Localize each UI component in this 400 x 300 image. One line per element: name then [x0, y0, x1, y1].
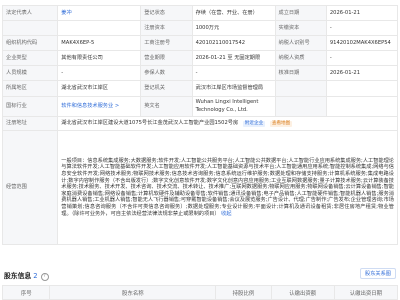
field-value: 湖北省武汉市江岸区 [57, 80, 142, 97]
field-label: 法定代表人 [1, 5, 59, 21]
info-row: 注册资本 1000万元 实缴资本 - [1, 20, 399, 36]
field-label: 参保人数 [140, 65, 193, 81]
field-value [325, 96, 399, 117]
section-title: 股东信息 2? [4, 270, 49, 281]
info-row: 人员规模 - 参保人数 - 核准日期 2026-01-21 [1, 65, 399, 81]
field-value: 2026-01-21 至 无固定期限 [191, 50, 276, 66]
field-label: 经营范围 [1, 130, 59, 245]
field-label: 登记状态 [140, 5, 193, 21]
field-value: 2026-01-21 [325, 5, 399, 21]
business-scope-text: 一般项目：信息系统集成服务;大数据服务;软件开发;人工智能公共服务平台;人工智能… [61, 157, 394, 217]
column-header-shareholder: 股东名称 [49, 285, 217, 300]
field-label: 成立日期 [274, 5, 327, 21]
collapse-link[interactable]: 收起 [221, 211, 231, 217]
address-value: 湖北省武汉市江岸区建设大道1075号长江金茂武汉人工智能产业园1502号房 附近… [57, 116, 398, 131]
field-value: 91420102MAK4X6EP54 [325, 35, 399, 51]
field-value: - [57, 65, 142, 81]
field-value: Wuhan Lingxi Intelligent Technology Co.,… [191, 96, 276, 117]
info-row: 所属地区 湖北省武汉市江岸区 登记机关 武汉市江岸区市场监督管理局 [1, 80, 399, 97]
field-label [1, 20, 59, 36]
address-row: 注册地址 湖北省武汉市江岸区建设大道1075号长江金茂武汉人工智能产业园1502… [1, 116, 398, 131]
field-value: 武汉市江岸区市场监督管理局 [191, 80, 276, 97]
field-label: 纳税人识别号 [274, 35, 327, 51]
info-row: 组织机构代码 MAK4X6EP-5 工商注册号 420102110017542 … [1, 35, 399, 51]
shareholder-table: 序号 股东名称 持股比例 认缴出资额 认缴出资日期 [1, 285, 399, 300]
field-label: 纳税人资质 [274, 50, 327, 66]
help-icon[interactable]: ? [40, 273, 49, 281]
column-header-amount: 认缴出资额 [270, 285, 335, 300]
field-value [57, 20, 142, 36]
field-label: 登记机关 [140, 80, 193, 97]
nearby-companies-button[interactable]: 附近企业 [242, 121, 266, 127]
field-value: - [325, 50, 399, 66]
field-label: 工商注册号 [140, 35, 193, 51]
column-header-index: 序号 [1, 285, 51, 300]
info-row: 企业类型 其他有限责任公司 营业期限 2026-01-21 至 无固定期限 纳税… [1, 50, 399, 66]
address-text: 湖北省武汉市江岸区建设大道1075号长江金茂武汉人工智能产业园1502号房 [61, 120, 239, 126]
shareholder-section-header: 股东信息 2? 股东关系图 [4, 268, 396, 282]
section-title-text: 股东信息 [4, 272, 32, 280]
field-value: 420102110017542 [191, 35, 276, 51]
field-value[interactable]: 软件和信息技术服务业 > [61, 103, 119, 109]
field-label: 所属地区 [1, 80, 59, 97]
field-label: 核准日期 [274, 65, 327, 81]
field-value[interactable]: 姜冲 [61, 10, 71, 16]
field-label: 英文名 [140, 96, 193, 117]
info-row: 国标行业 软件和信息技术服务业 > 英文名 Wuhan Lingxi Intel… [1, 96, 399, 117]
field-label: 组织机构代码 [1, 35, 59, 51]
field-label: 人员规模 [1, 65, 59, 81]
field-value: 存续（在营、开业、在册） [191, 5, 276, 21]
field-label: 注册资本 [140, 20, 193, 36]
table-header-row: 序号 股东名称 持股比例 认缴出资额 认缴出资日期 [1, 285, 399, 300]
column-header-date: 认缴出资日期 [333, 285, 399, 300]
field-value: 1000万元 [191, 20, 276, 36]
field-label: 企业类型 [1, 50, 59, 66]
field-label: 实缴资本 [274, 20, 327, 36]
field-value: 2026-01-21 [325, 65, 399, 81]
shareholder-count: 2 [33, 272, 38, 280]
view-map-button[interactable]: 查看地图 [269, 121, 293, 127]
field-value: - [191, 65, 276, 81]
field-label: 注册地址 [1, 116, 59, 131]
field-label: 营业期限 [140, 50, 193, 66]
field-value: - [325, 20, 399, 36]
field-value [325, 80, 399, 97]
scope-row: 经营范围 一般项目：信息系统集成服务;大数据服务;软件开发;人工智能公共服务平台… [1, 130, 398, 245]
field-label [274, 96, 327, 117]
field-value: 其他有限责任公司 [57, 50, 142, 66]
basic-info-table: 法定代表人 姜冲 登记状态 存续（在营、开业、在册） 成立日期 2026-01-… [1, 5, 399, 245]
field-value: MAK4X6EP-5 [57, 35, 142, 51]
shareholder-graph-button[interactable]: 股东关系图 [360, 268, 396, 279]
industry-link[interactable]: 软件和信息技术服务业 > [57, 96, 142, 117]
field-label: 国标行业 [1, 96, 59, 117]
business-scope: 一般项目：信息系统集成服务;大数据服务;软件开发;人工智能公共服务平台;人工智能… [57, 130, 398, 245]
info-row: 法定代表人 姜冲 登记状态 存续（在营、开业、在册） 成立日期 2026-01-… [1, 5, 399, 21]
column-header-ratio: 持股比例 [215, 285, 272, 300]
legal-representative-link[interactable]: 姜冲 [57, 5, 142, 21]
company-info-page: 法定代表人 姜冲 登记状态 存续（在营、开业、在册） 成立日期 2026-01-… [0, 0, 400, 300]
field-label [274, 80, 327, 97]
